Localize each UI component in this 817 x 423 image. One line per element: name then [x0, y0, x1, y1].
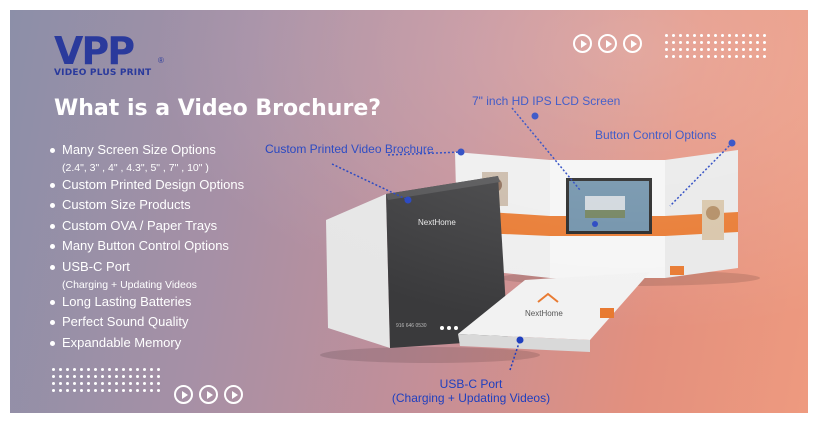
- callout-usb: USB-C Port (Charging + Updating Videos): [382, 377, 560, 405]
- brochure-brand-text: NextHome: [525, 309, 563, 318]
- brochure-phone-text: 916 646 0530: [396, 323, 427, 329]
- callout-buttons: Button Control Options: [595, 128, 717, 142]
- brochure-brand-text: NextHome: [418, 218, 456, 227]
- callout-usb-title: USB-C Port: [439, 377, 503, 391]
- banner: VPP ® VIDEO PLUS PRINT What is a Video B…: [10, 10, 808, 413]
- callout-custom-printed: Custom Printed Video Brochure: [265, 142, 434, 156]
- callout-usb-detail: (Charging + Updating Videos): [391, 391, 551, 405]
- callout-screen: 7" inch HD IPS LCD Screen: [472, 94, 621, 108]
- video-brochure-illustration: NextHome 916 646 0530 NextHome: [320, 107, 760, 371]
